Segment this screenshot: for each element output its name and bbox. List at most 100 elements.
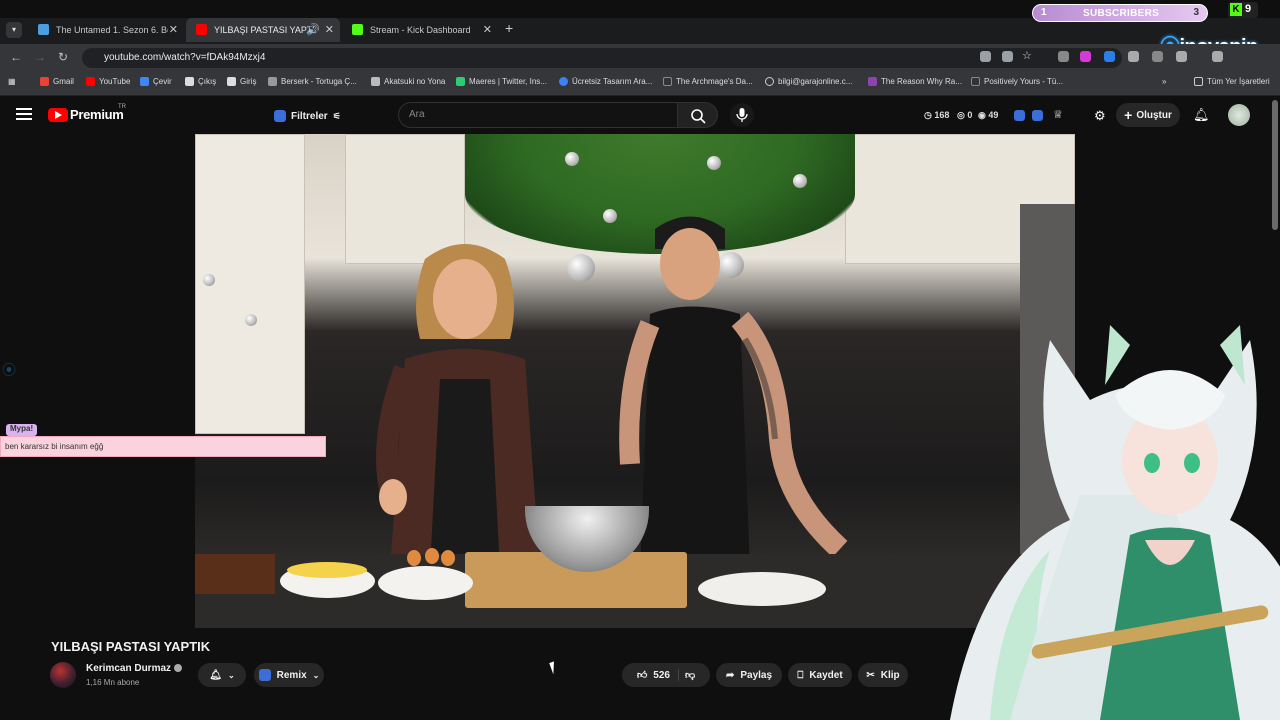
extension-icon[interactable] (1032, 110, 1043, 121)
settings-gear-icon[interactable]: ⚙ (1094, 108, 1106, 123)
remix-icon (258, 669, 271, 681)
tab-kick-dashboard[interactable]: Stream - Kick Dashboard ✕ (342, 18, 498, 42)
eye-off-icon[interactable] (1002, 51, 1013, 62)
bookmark-bilgi[interactable]: bilgi@garajonline.c... (765, 77, 852, 86)
bowl-cream (378, 566, 473, 600)
account-avatar[interactable] (1228, 104, 1250, 126)
bookmark-label: Positively Yours - Tü... (984, 77, 1063, 86)
close-tab-icon[interactable]: ✕ (169, 23, 178, 36)
url-field[interactable]: youtube.com/watch?v=fDAk94Mzxj4 (82, 48, 1122, 68)
channel-avatar[interactable] (50, 662, 76, 688)
bookmark-berserk[interactable]: Berserk - Tortuga Ç... (268, 77, 357, 86)
youtube-favicon-icon (196, 24, 207, 35)
extension-icon[interactable] (1104, 51, 1115, 62)
voice-search-button[interactable] (730, 103, 754, 127)
speaker-icon[interactable]: 🔊 (306, 23, 320, 36)
like-button[interactable]: 👍︎ 526 (637, 669, 679, 681)
bookmark-label: Akatsuki no Yona (384, 77, 446, 86)
like-dislike-group: 👍︎ 526 👎︎ (622, 663, 710, 687)
scrollbar[interactable] (1272, 100, 1278, 230)
youtube-logo-icon[interactable] (48, 108, 68, 122)
marble-board (698, 572, 826, 606)
tab-search-button[interactable]: ▾ (6, 22, 22, 38)
tab-label: Stream - Kick Dashboard (370, 25, 471, 35)
remix-button[interactable]: Remix ⌄ (254, 663, 324, 687)
clip-label: Klip (880, 669, 900, 681)
trophy-icon[interactable]: ♕ (1053, 108, 1064, 121)
bookmarks-overflow-button[interactable]: » (1162, 77, 1166, 86)
stat-value: 168 (934, 110, 950, 120)
close-tab-icon[interactable]: ✕ (325, 23, 334, 36)
globe-icon (765, 77, 774, 86)
bookmark-akatsuki[interactable]: Akatsuki no Yona (371, 77, 445, 86)
bell-icon: 🔔︎ (209, 669, 222, 681)
extension-icon[interactable] (1080, 51, 1091, 62)
kick-favicon-icon (352, 24, 363, 35)
notifications-bell-icon[interactable]: 🔔︎ (1193, 107, 1210, 122)
puzzle-icon[interactable] (1176, 51, 1187, 62)
extension-icon[interactable] (1152, 51, 1163, 62)
bookmark-label: Berserk - Tortuga Ç... (281, 77, 357, 86)
filters-button[interactable]: Filtreler ⚟ (274, 106, 341, 126)
gmail-icon (40, 77, 49, 86)
hamburger-menu-icon[interactable] (16, 108, 32, 120)
dislike-button[interactable]: 👎︎ (685, 669, 695, 681)
stat-value: 49 (988, 110, 999, 120)
bookmark-cevir[interactable]: Çevir (140, 77, 172, 86)
bookmark-label: Çıkış (198, 77, 217, 86)
subscriber-goal-widget: 1 SUBSCRIBERS 3 (1032, 4, 1208, 22)
new-tab-button[interactable]: + (505, 20, 513, 36)
create-label: Oluştur (1136, 109, 1172, 121)
share-button[interactable]: ➦ Paylaş (716, 663, 782, 687)
apps-icon[interactable]: ▦ (8, 77, 16, 86)
tab-youtube[interactable]: YILBAŞI PASTASI YAPTIK - Yo 🔊 ✕ (186, 18, 340, 42)
menu-icon[interactable] (1212, 51, 1223, 62)
clip-button[interactable]: ✂ Klip (858, 663, 908, 687)
bookmark-positively[interactable]: Positively Yours - Tü... (971, 77, 1063, 86)
bookmark-giris[interactable]: Giriş (227, 77, 256, 86)
tab-untamed[interactable]: The Untamed 1. Sezon 6. Bölüm ✕ (28, 18, 184, 42)
overflow-label: » (1162, 77, 1167, 86)
stat-value: 0 (967, 110, 973, 120)
cake-sponge (195, 554, 275, 594)
create-button[interactable]: + Oluştur (1116, 103, 1180, 127)
install-app-icon[interactable] (980, 51, 991, 62)
extension-icon[interactable] (1128, 51, 1139, 62)
bookmark-maeres[interactable]: Maeres | Twitter, Ins... (456, 77, 547, 86)
search-button[interactable] (678, 102, 718, 128)
bookmark-tasarim[interactable]: Ücretsiz Tasarım Ara... (559, 77, 652, 86)
save-button[interactable]: ⎕ Kaydet (788, 663, 852, 687)
channel-name[interactable]: Kerimcan Durmaz (86, 663, 171, 674)
bookmark-reason[interactable]: The Reason Why Ra... (868, 77, 962, 86)
thumbs-up-icon: 👍︎ (636, 670, 648, 681)
bookmark-archmage[interactable]: The Archmage's Da... (663, 77, 753, 86)
bookmark-youtube[interactable]: YouTube (86, 77, 130, 86)
site-favicon-icon (38, 24, 49, 35)
search-input[interactable]: Ara (398, 102, 678, 128)
all-bookmarks-button[interactable]: Tüm Yer İşaretleri (1194, 77, 1270, 86)
bookmark-star-icon[interactable]: ☆ (1022, 49, 1033, 62)
youtube-premium-label[interactable]: Premium (70, 107, 124, 122)
tab-label: YILBAŞI PASTASI YAPTIK - Yo (214, 25, 314, 35)
extension-icon[interactable] (1014, 110, 1025, 121)
reload-icon[interactable]: ↻ (58, 50, 68, 64)
bookmark-gmail[interactable]: Gmail (40, 77, 74, 86)
video-title: YILBAŞI PASTASI YAPTIK (51, 639, 211, 654)
bookmark-label: Çevir (153, 77, 172, 86)
region-code: TR (118, 104, 126, 110)
watermark-logo: ⦿ (2, 362, 16, 378)
bookmark-cikis[interactable]: Çıkış (185, 77, 216, 86)
close-tab-icon[interactable]: ✕ (483, 23, 492, 36)
filters-label: Filtreler (291, 110, 328, 122)
search-placeholder: Ara (409, 109, 425, 120)
subscribe-notifications-button[interactable]: 🔔︎ ⌄ (198, 663, 246, 687)
forward-icon[interactable]: → (34, 50, 46, 64)
microphone-icon (736, 108, 748, 122)
subs-label: SUBSCRIBERS (1083, 8, 1160, 19)
back-icon[interactable]: ← (10, 50, 22, 64)
egg (425, 548, 439, 564)
page-icon (227, 77, 236, 86)
extension-icon[interactable] (1058, 51, 1069, 62)
folder-icon (1194, 77, 1203, 86)
chat-username: Mypa! (6, 424, 38, 436)
